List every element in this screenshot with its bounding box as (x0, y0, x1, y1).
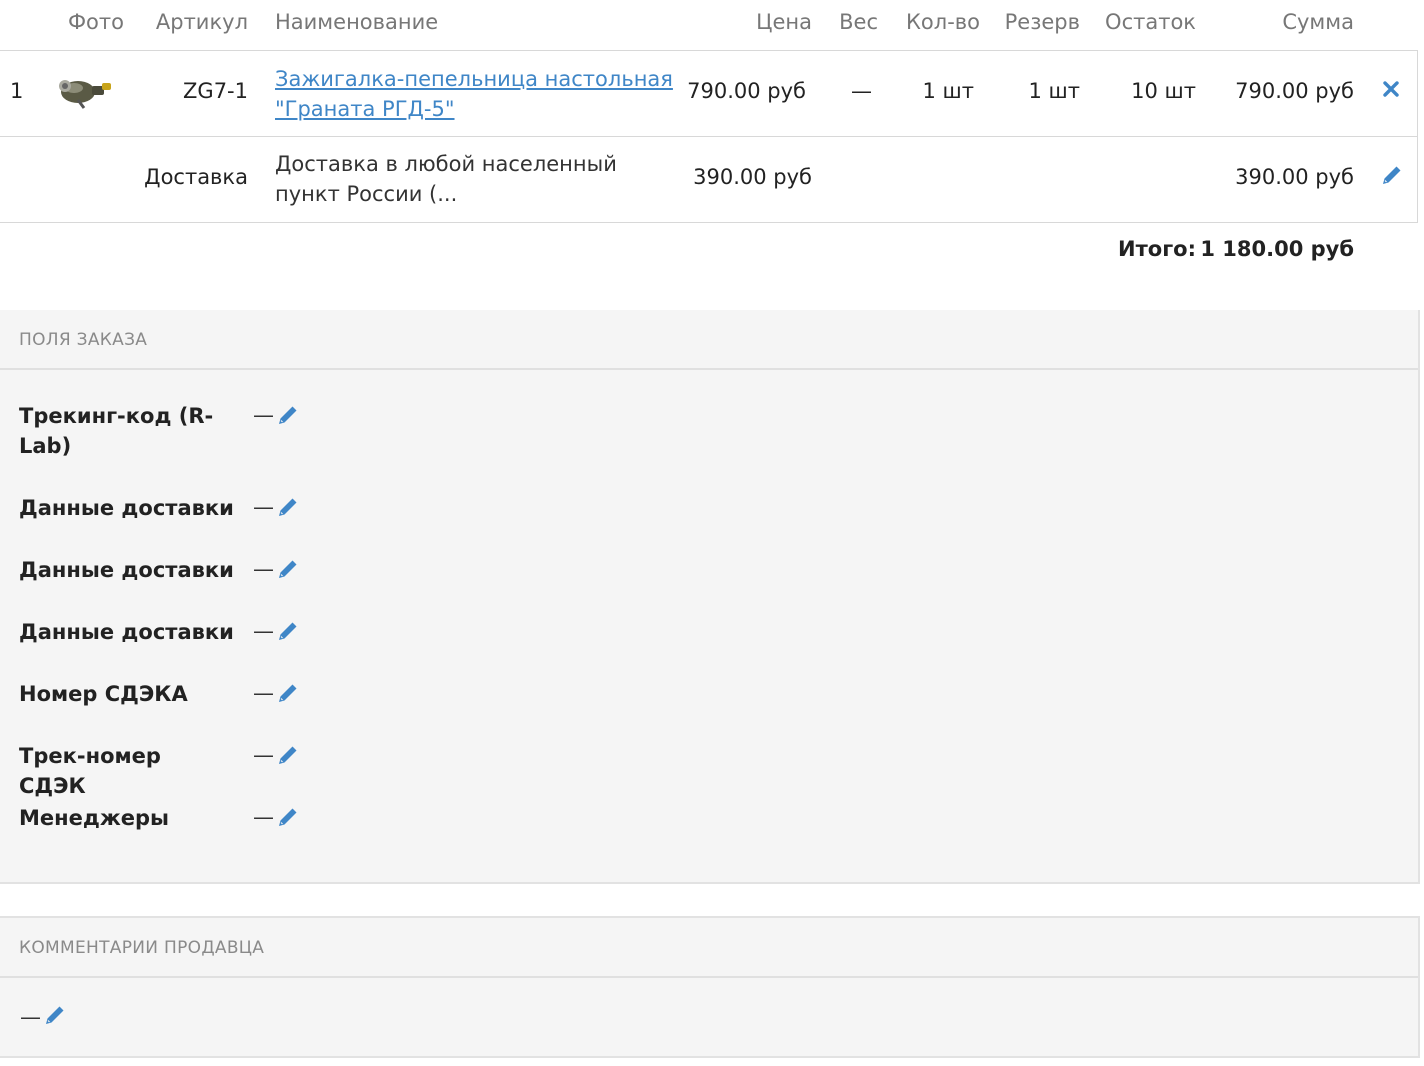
pencil-icon[interactable] (276, 681, 300, 705)
delivery-name-line2: пункт России (... (275, 182, 458, 206)
order-fields-panel: ПОЛЯ ЗАКАЗА Трекинг-код (R- Lab) — Данны… (0, 310, 1420, 884)
field-value: — (253, 557, 274, 581)
field-label: Трекинг-код (R- Lab) (19, 404, 214, 458)
panel-title: ПОЛЯ ЗАКАЗА (19, 330, 148, 350)
field-label: Трек-номер СДЭК (19, 744, 161, 798)
product-reserve: 1 шт (1028, 79, 1081, 103)
total-label: Итого: (1118, 237, 1196, 261)
col-header-stock: Остаток (1105, 10, 1196, 34)
field-label: Данные доставки (19, 620, 234, 644)
field-label: Номер СДЭКА (19, 682, 188, 706)
delivery-price: 390.00 руб (693, 165, 812, 189)
field-value: — (253, 619, 274, 643)
field-value: — (253, 495, 274, 519)
col-header-sku: Артикул (155, 10, 248, 34)
total-value: 1 180.00 руб (1200, 237, 1354, 261)
pencil-icon[interactable] (276, 743, 300, 767)
col-header-sum: Сумма (1282, 10, 1354, 34)
seller-comments-panel: КОММЕНТАРИИ ПРОДАВЦА — (0, 916, 1420, 1058)
product-weight: — (851, 79, 872, 103)
pencil-icon[interactable] (1380, 163, 1404, 187)
close-icon[interactable] (1382, 80, 1400, 98)
divider (0, 136, 1418, 137)
delivery-name: Доставка в любой населенный пункт России… (275, 149, 617, 209)
delivery-name-line1: Доставка в любой населенный (275, 152, 617, 176)
divider (0, 368, 1418, 370)
delivery-sum: 390.00 руб (1235, 165, 1354, 189)
delivery-label: Доставка (144, 165, 248, 189)
col-header-photo: Фото (67, 10, 124, 34)
divider (0, 976, 1418, 978)
product-stock: 10 шт (1131, 79, 1196, 103)
field-value: — (253, 403, 274, 427)
divider (0, 50, 1418, 51)
col-header-weight: Вес (839, 10, 878, 34)
col-header-price: Цена (756, 10, 812, 34)
pencil-icon[interactable] (276, 805, 300, 829)
divider (0, 222, 1418, 223)
pencil-icon[interactable] (276, 557, 300, 581)
field-value: — (253, 805, 274, 829)
pencil-icon[interactable] (43, 1003, 67, 1027)
product-qty: 1 шт (922, 79, 975, 103)
row-index: 1 (10, 79, 24, 103)
field-value: — (253, 743, 274, 767)
field-label: Данные доставки (19, 558, 234, 582)
col-header-qty: Кол-во (906, 10, 980, 34)
product-sku: ZG7-1 (183, 79, 248, 103)
product-price: 790.00 руб (687, 79, 806, 103)
comment-value: — (20, 1005, 41, 1029)
field-value: — (253, 681, 274, 705)
product-sum: 790.00 руб (1235, 79, 1354, 103)
panel-title: КОММЕНТАРИИ ПРОДАВЦА (19, 938, 265, 958)
col-header-reserve: Резерв (1004, 10, 1080, 34)
field-label: Данные доставки (19, 496, 234, 520)
product-name-line1: Зажигалка-пепельница настольная (275, 67, 673, 91)
product-thumbnail[interactable] (54, 72, 116, 110)
pencil-icon[interactable] (276, 495, 300, 519)
field-label: Менеджеры (19, 806, 170, 830)
pencil-icon[interactable] (276, 619, 300, 643)
product-name-line2: "Граната РГД-5" (275, 97, 455, 121)
pencil-icon[interactable] (276, 403, 300, 427)
col-header-name: Наименование (275, 10, 439, 34)
product-name-link[interactable]: Зажигалка-пепельница настольная "Граната… (275, 64, 673, 124)
